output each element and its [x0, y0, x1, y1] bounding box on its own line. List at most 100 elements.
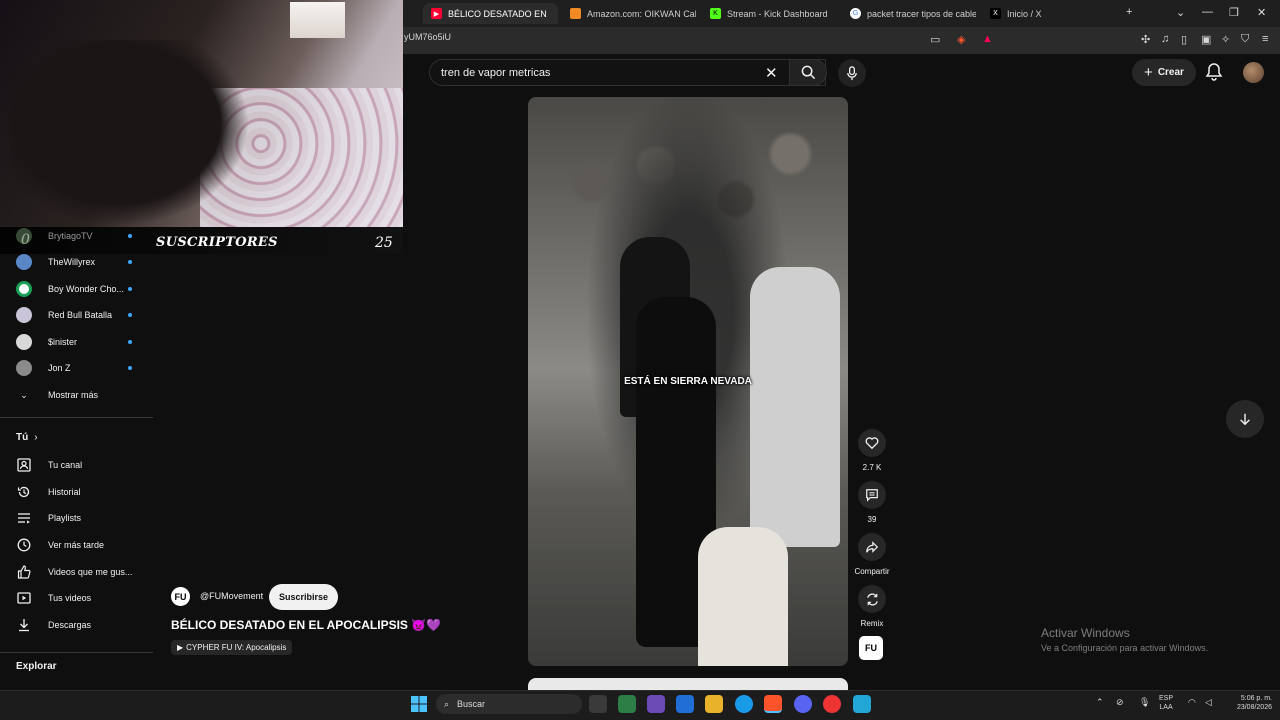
activate-windows-subtitle: Ve a Configuración para activar Windows.	[1041, 643, 1209, 653]
sidebar-you-heading[interactable]: Tú ›	[16, 432, 38, 443]
tab-google[interactable]: G packet tracer tipos de cables	[846, 3, 976, 24]
wallet-icon[interactable]: ▣	[1201, 33, 1211, 46]
thumbs-up-icon	[16, 564, 32, 580]
short-channel-name[interactable]: @FUMovement	[200, 591, 263, 601]
tab-kick[interactable]: K Stream - Kick Dashboard	[706, 3, 836, 24]
short-playlist-tag[interactable]: ▶ CYPHER FU IV: Apocalipsis	[171, 640, 293, 655]
account-avatar[interactable]	[1243, 62, 1264, 83]
cast-icon[interactable]: ▭	[930, 33, 940, 46]
mail-icon[interactable]	[676, 695, 694, 713]
clear-search-icon[interactable]: ✕	[765, 64, 778, 82]
file-explorer-icon[interactable]	[705, 695, 723, 713]
sidebar-show-more[interactable]: ⌄ Mostrar más	[16, 385, 98, 405]
sidebar-icon[interactable]: ▯	[1181, 33, 1187, 46]
sidebar-item-playlists[interactable]: Playlists	[16, 508, 81, 528]
tray-expand-icon[interactable]: ⌃	[1096, 697, 1104, 708]
tab-youtube[interactable]: ▶ BÉLICO DESATADO EN ✕	[423, 3, 558, 24]
language-indicator[interactable]: ESP LAA	[1159, 694, 1173, 712]
sidebar-channel-jon-z[interactable]: Jon Z	[16, 358, 71, 378]
volume-icon[interactable]: ◁	[1205, 697, 1212, 708]
sidebar-item-label: Tus videos	[48, 593, 92, 603]
sidebar-divider	[0, 652, 153, 653]
create-button[interactable]: + Crear	[1132, 59, 1196, 86]
like-button[interactable]	[858, 429, 886, 457]
sidebar-item-ver-mas-tarde[interactable]: Ver más tarde	[16, 535, 104, 555]
brave-rewards-icon[interactable]: ▲	[982, 33, 993, 45]
search-input[interactable]: tren de vapor metricas	[441, 67, 550, 79]
new-tab-button[interactable]: +	[1126, 6, 1132, 18]
voice-search-button[interactable]	[838, 59, 866, 87]
short-channel-avatar[interactable]: FU	[171, 587, 190, 606]
leo-ai-icon[interactable]: ✧	[1221, 33, 1230, 46]
channel-avatar	[16, 228, 32, 244]
menu-icon[interactable]: ≡	[1262, 33, 1268, 45]
comments-button[interactable]	[858, 481, 886, 509]
brave-icon[interactable]	[764, 695, 782, 713]
channel-name: $inister	[48, 337, 78, 347]
app-icon[interactable]	[647, 695, 665, 713]
notifications-bell-icon[interactable]	[1204, 62, 1224, 82]
sidebar-channel-thewillyrex[interactable]: TheWillyrex	[16, 252, 95, 272]
discord-icon[interactable]	[794, 695, 812, 713]
tab-amazon[interactable]: Amazon.com: OIKWAN Cable	[566, 3, 696, 24]
time-label: 5:06 p. m.	[1240, 695, 1272, 702]
short-video-player[interactable]: ESTÁ EN SIERRA NEVADA	[528, 97, 848, 666]
minimize-icon[interactable]: —	[1202, 6, 1213, 18]
chevron-down-icon: ⌄	[20, 389, 28, 400]
channel-name: Boy Wonder Cho...	[48, 284, 124, 294]
brave-shield-icon[interactable]: ◈	[957, 33, 965, 46]
url-field[interactable]: yUM76o5iU	[404, 32, 451, 42]
edge-icon[interactable]	[735, 695, 753, 713]
app-icon[interactable]	[823, 695, 841, 713]
sidebar-explore-heading: Explorar	[16, 661, 57, 672]
share-button[interactable]	[858, 533, 886, 561]
sidebar-channel-sinister[interactable]: $inister	[16, 332, 77, 352]
remix-button[interactable]	[858, 585, 886, 613]
clock[interactable]: 5:06 p. m. 23/08/2026	[1222, 694, 1272, 712]
download-icon	[16, 617, 32, 633]
short-channel-thumbnail[interactable]: FU	[859, 636, 883, 660]
search-box[interactable]: tren de vapor metricas ✕	[429, 59, 826, 86]
close-window-icon[interactable]: ✕	[1257, 6, 1266, 19]
restore-icon[interactable]: ❐	[1229, 6, 1239, 19]
tray-icon[interactable]: ⊘	[1116, 697, 1124, 708]
windows-start-icon[interactable]	[411, 696, 427, 712]
short-title[interactable]: BÉLICO DESATADO EN EL APOCALIPSIS 👿💜	[171, 618, 441, 632]
next-short-preview[interactable]	[528, 678, 848, 690]
taskbar-search[interactable]: ⌕ Buscar	[436, 694, 582, 714]
youtube-icon: ▶	[431, 8, 442, 19]
tab-list-icon[interactable]: ⌄	[1176, 6, 1185, 19]
microphone-icon[interactable]: 🎙	[1139, 697, 1150, 708]
tab-x[interactable]: X Inicio / X	[986, 3, 1116, 24]
sidebar-item-tus-videos[interactable]: Tus videos	[16, 588, 91, 608]
wifi-icon[interactable]: ◠	[1188, 697, 1196, 708]
app-icon[interactable]	[853, 695, 871, 713]
taskbar-search-label: Buscar	[457, 699, 486, 709]
task-view-icon[interactable]	[589, 695, 607, 713]
subscribe-button[interactable]: Suscribirse	[269, 584, 338, 610]
close-tab-icon[interactable]: ✕	[557, 7, 558, 20]
channel-avatar	[16, 334, 32, 350]
comment-count: 39	[867, 515, 877, 524]
sidebar-item-tu-canal[interactable]: Tu canal	[16, 455, 82, 475]
new-content-dot	[128, 260, 132, 264]
sidebar-channel-boy-wonder[interactable]: Boy Wonder Cho...	[16, 279, 124, 299]
channel-name: TheWillyrex	[48, 257, 96, 267]
play-icon: ▶	[177, 643, 184, 652]
sidebar-item-label: Tu canal	[48, 460, 83, 470]
webcam-overlay	[0, 0, 403, 227]
media-icon[interactable]: ♫	[1161, 33, 1169, 45]
sidebar-item-descargas[interactable]: Descargas	[16, 615, 91, 635]
sidebar-item-historial[interactable]: Historial	[16, 482, 81, 502]
sidebar-item-liked-videos[interactable]: Videos que me gus...	[16, 562, 132, 582]
search-button[interactable]	[789, 59, 827, 86]
channel-avatar	[16, 360, 32, 376]
extensions-icon[interactable]: ✣	[1141, 33, 1150, 46]
sidebar-channel-red-bull-batalla[interactable]: Red Bull Batalla	[16, 305, 112, 325]
vpn-icon[interactable]: ⛉	[1241, 33, 1249, 46]
store-icon[interactable]	[618, 695, 636, 713]
sidebar-channel-brytiagotv[interactable]: BrytiagoTV	[16, 226, 93, 246]
next-short-button[interactable]	[1226, 400, 1264, 438]
playlists-icon	[16, 510, 32, 526]
channel-avatar	[16, 281, 32, 297]
